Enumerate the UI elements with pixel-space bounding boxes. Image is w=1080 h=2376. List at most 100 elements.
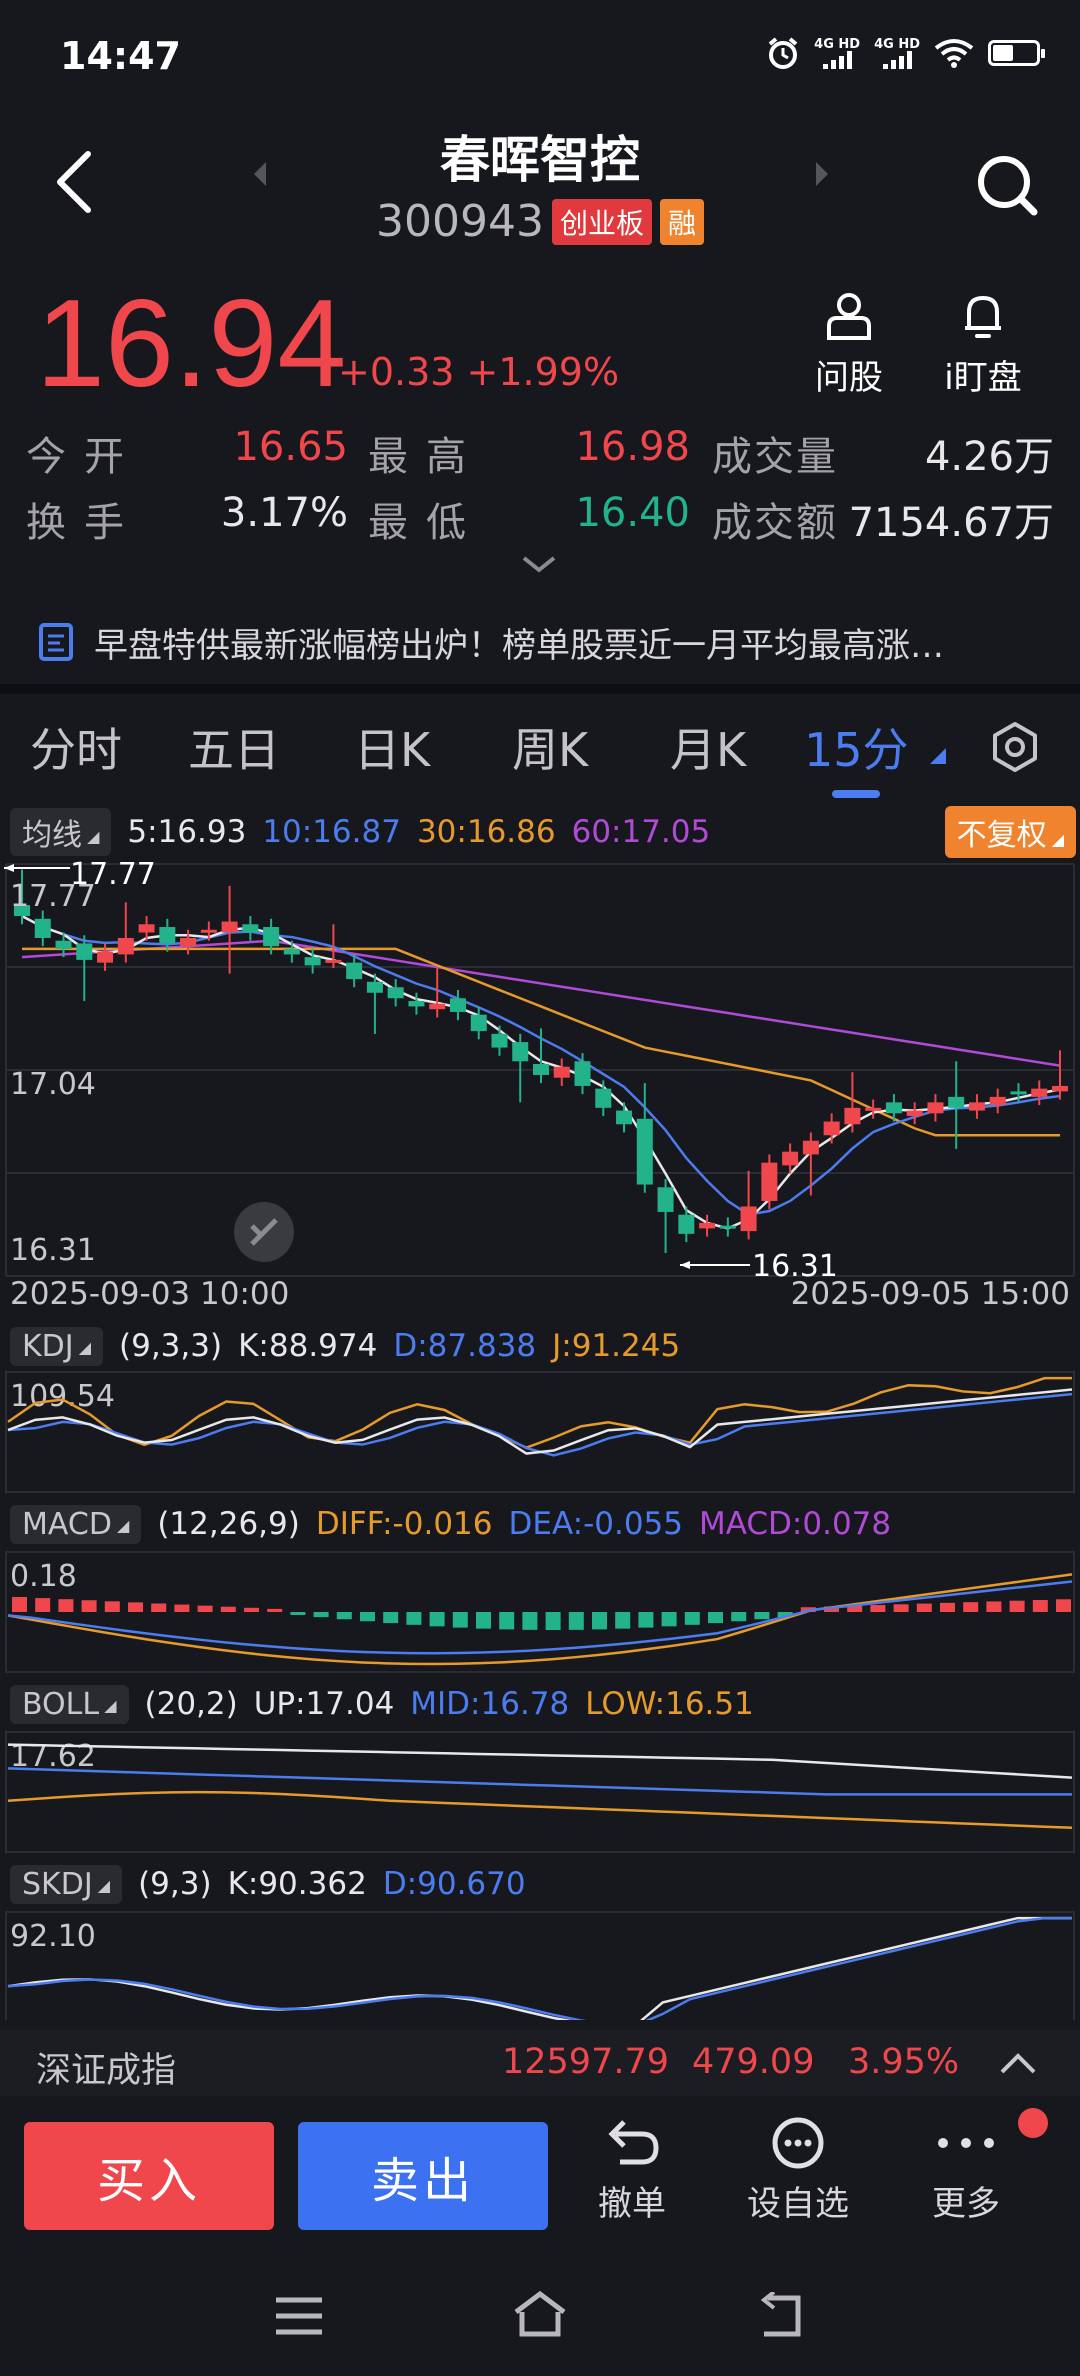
- candle-body: [1031, 1088, 1048, 1097]
- candle-body: [906, 1110, 923, 1117]
- expand-chevron-icon[interactable]: [520, 552, 558, 576]
- volume-label: 成交量: [712, 434, 838, 480]
- macd-select-button[interactable]: MACD: [10, 1504, 142, 1544]
- tab-15min[interactable]: 15分: [804, 714, 909, 780]
- macd-bar: [638, 1612, 654, 1628]
- tab-monthly-k[interactable]: 月K: [670, 714, 746, 780]
- candle-body: [927, 1102, 944, 1114]
- price-change: +0.33 +1.99%: [338, 350, 620, 394]
- chart-tool-button[interactable]: [234, 1202, 294, 1262]
- candlestick-chart[interactable]: 17.77 17.04 16.31 17.77 16.31: [0, 860, 1080, 1300]
- candle-body: [616, 1110, 633, 1125]
- amount-label: 成交额: [712, 500, 838, 546]
- tab-intraday[interactable]: 分时: [30, 714, 122, 780]
- macd-bar: [708, 1612, 723, 1624]
- macd-bar: [986, 1601, 1002, 1612]
- candle-body: [346, 962, 363, 980]
- macd-bar: [1032, 1600, 1048, 1612]
- macd-bar: [592, 1612, 607, 1630]
- macd-legend-row: MACD (12,26,9) DIFF:-0.016 DEA:-0.055 MA…: [10, 1502, 891, 1546]
- low-label: 最低: [368, 500, 484, 546]
- candle-body: [283, 948, 300, 955]
- high-value: 16.98: [575, 424, 690, 470]
- skdj-d-line: [7, 1916, 1072, 2020]
- tab-daily-k[interactable]: 日K: [354, 714, 430, 780]
- quote-row-2: 换手 3.17% 最低 16.40 成交额 7154.67万: [0, 490, 1080, 550]
- chevron-up-icon[interactable]: [998, 2050, 1038, 2076]
- sell-button[interactable]: 卖出: [298, 2122, 548, 2230]
- home-icon[interactable]: [510, 2290, 570, 2340]
- tab-five-day[interactable]: 五日: [188, 714, 280, 780]
- candle-body: [55, 940, 72, 949]
- index-value: 12597.79: [502, 2042, 670, 2082]
- low-value: 16.40: [575, 490, 690, 536]
- macd-bar: [916, 1603, 932, 1612]
- kdj-chart[interactable]: 109.54: [0, 1370, 1080, 1494]
- margin-tag: 融: [659, 198, 704, 245]
- search-icon[interactable]: [972, 150, 1042, 220]
- macd-bar: [12, 1597, 27, 1612]
- kdj-j-line: [7, 1376, 1072, 1450]
- candle-body: [574, 1061, 591, 1086]
- watch-button[interactable]: i盯盘: [928, 290, 1038, 399]
- candle-body: [553, 1066, 570, 1078]
- tab-weekly-k[interactable]: 周K: [512, 714, 588, 780]
- buy-button[interactable]: 买入: [24, 2122, 274, 2230]
- candle-body: [200, 929, 217, 933]
- next-stock-arrow-icon[interactable]: [812, 160, 832, 188]
- tab-dropdown-icon[interactable]: [930, 748, 946, 764]
- candle-body: [761, 1162, 778, 1201]
- skdj-chart[interactable]: 92.10: [0, 1910, 1080, 2020]
- stock-code: 300943: [376, 196, 544, 247]
- cancel-order-button[interactable]: 撤单: [572, 2116, 692, 2225]
- skdj-legend-row: SKDJ (9,3) K:90.362 D:90.670: [10, 1862, 526, 1906]
- macd-chart[interactable]: 0.18: [0, 1550, 1080, 1674]
- candle-body: [533, 1064, 549, 1075]
- news-bar[interactable]: 早盘特供最新涨幅榜出炉！榜单股票近一月平均最高涨…: [0, 600, 1080, 684]
- volume-value: 4.26万: [924, 434, 1054, 480]
- notification-badge: [1018, 2108, 1048, 2138]
- candle-body: [782, 1151, 799, 1166]
- candle-body: [948, 1096, 965, 1108]
- index-ticker-bar[interactable]: 深证成指 12597.79 479.09 3.95%: [0, 2030, 1080, 2096]
- section-divider: [0, 684, 1080, 694]
- ma-select-button[interactable]: 均线: [10, 808, 112, 856]
- boll-low-value: LOW:16.51: [585, 1686, 754, 1722]
- battery-icon: [988, 40, 1045, 66]
- boll-params: (20,2): [144, 1686, 238, 1722]
- period-tabs: 分时 五日 日K 周K 月K 15分: [0, 714, 1080, 784]
- current-price: 16.94: [36, 275, 347, 413]
- menu-icon[interactable]: [272, 2294, 326, 2338]
- kdj-d-value: D:87.838: [393, 1328, 537, 1364]
- candle-body: [159, 927, 176, 944]
- candle-body: [138, 924, 155, 933]
- adjust-select-button[interactable]: 不复权 ◢: [944, 806, 1076, 858]
- macd-bar: [58, 1599, 74, 1612]
- boll-chart[interactable]: 17.62: [0, 1730, 1080, 1854]
- candle-body: [387, 987, 404, 999]
- macd-bar: [731, 1612, 747, 1622]
- boll-select-button[interactable]: BOLL: [10, 1684, 129, 1724]
- ask-stock-button[interactable]: 问股: [794, 290, 904, 399]
- add-favorite-button[interactable]: 设自选: [738, 2116, 858, 2225]
- index-change: 479.09: [692, 2042, 815, 2082]
- kdj-j-value: J:91.245: [552, 1328, 681, 1364]
- index-name: 深证成指: [36, 2051, 177, 2091]
- news-text: 早盘特供最新涨幅榜出炉！榜单股票近一月平均最高涨…: [94, 625, 944, 666]
- boll-mid-line: [7, 1767, 1072, 1796]
- candle-body: [242, 924, 259, 933]
- skdj-params: (9,3): [138, 1866, 212, 1902]
- candle-body: [968, 1102, 985, 1111]
- add-favorite-label: 设自选: [747, 2184, 849, 2224]
- macd-bar: [661, 1612, 677, 1627]
- skdj-select-button[interactable]: SKDJ: [10, 1864, 123, 1904]
- candle-body: [97, 951, 114, 963]
- candle-body: [823, 1121, 840, 1136]
- settings-icon[interactable]: [988, 720, 1042, 774]
- back-nav-icon[interactable]: [752, 2292, 808, 2340]
- more-button[interactable]: 更多: [906, 2116, 1026, 2225]
- macd-bar: [406, 1612, 422, 1625]
- candle-body: [449, 998, 466, 1012]
- kdj-select-button[interactable]: KDJ: [10, 1326, 104, 1366]
- ma10-value: 10:16.87: [262, 814, 401, 850]
